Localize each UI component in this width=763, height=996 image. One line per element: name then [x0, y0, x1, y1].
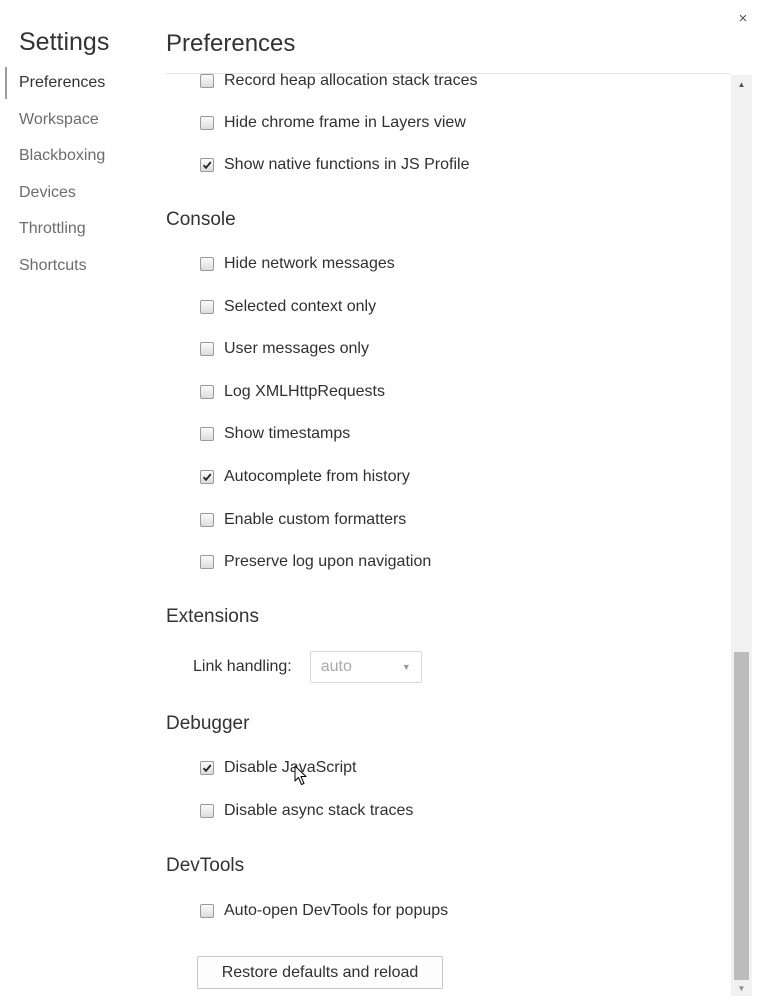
close-icon[interactable]: × — [735, 10, 751, 28]
checkbox-autocomplete-from-history[interactable]: Autocomplete from history — [198, 466, 410, 488]
scroll-up-arrow-icon[interactable]: ▲ — [731, 75, 752, 93]
checkbox-show-native-functions[interactable]: Show native functions in JS Profile — [198, 154, 469, 176]
settings-title: Settings — [19, 28, 110, 56]
checkbox-box[interactable] — [200, 804, 214, 818]
checkbox-box[interactable] — [200, 342, 214, 356]
checkmark-icon — [202, 473, 212, 482]
checkbox-label: Selected context only — [224, 298, 377, 315]
checkbox-box[interactable] — [200, 74, 214, 88]
checkbox-box[interactable] — [200, 761, 214, 775]
settings-dialog: × Settings Preferences Workspace Blackbo… — [0, 0, 763, 996]
link-handling-label: Link handling: — [193, 658, 292, 675]
checkmark-icon — [202, 161, 212, 170]
sidebar: Preferences Workspace Blackboxing Device… — [0, 66, 140, 285]
checkbox-label: Log XMLHttpRequests — [224, 383, 385, 400]
checkbox-label: Disable JavaScript — [224, 759, 357, 776]
link-handling-value: auto — [320, 658, 352, 675]
checkbox-label: Show native functions in JS Profile — [224, 156, 470, 173]
checkbox-enable-custom-formatters[interactable]: Enable custom formatters — [198, 509, 406, 531]
checkbox-hide-chrome-frame[interactable]: Hide chrome frame in Layers view — [198, 112, 466, 134]
checkbox-label: Hide network messages — [224, 255, 395, 272]
checkbox-record-heap-allocation-stack-traces[interactable]: Record heap allocation stack traces — [198, 70, 477, 92]
checkbox-show-timestamps[interactable]: Show timestamps — [198, 423, 350, 445]
checkbox-box[interactable] — [200, 158, 214, 172]
sidebar-item-preferences[interactable]: Preferences — [0, 66, 140, 103]
link-handling-field: Link handling: auto ▼ — [193, 650, 422, 684]
checkbox-preserve-log[interactable]: Preserve log upon navigation — [198, 551, 431, 573]
sidebar-item-shortcuts[interactable]: Shortcuts — [0, 249, 140, 286]
checkbox-box[interactable] — [200, 385, 214, 399]
checkbox-label: Show timestamps — [224, 425, 351, 442]
checkbox-box[interactable] — [200, 116, 214, 130]
checkbox-label: Enable custom formatters — [224, 511, 407, 528]
checkbox-box[interactable] — [200, 555, 214, 569]
sidebar-item-throttling[interactable]: Throttling — [0, 212, 140, 249]
checkbox-label: Record heap allocation stack traces — [224, 72, 478, 89]
section-title-extensions: Extensions — [166, 606, 259, 627]
checkbox-box[interactable] — [200, 300, 214, 314]
scrollbar[interactable]: ▲ ▼ — [731, 75, 752, 996]
checkbox-disable-javascript[interactable]: Disable JavaScript — [198, 757, 357, 779]
sidebar-item-blackboxing[interactable]: Blackboxing — [0, 139, 140, 176]
checkbox-box[interactable] — [200, 513, 214, 527]
scroll-thumb[interactable] — [734, 652, 749, 980]
checkbox-label: User messages only — [224, 340, 369, 357]
checkbox-box[interactable] — [200, 470, 214, 484]
checkbox-label: Auto-open DevTools for popups — [224, 902, 449, 919]
checkbox-disable-async-stack-traces[interactable]: Disable async stack traces — [198, 800, 413, 822]
checkbox-user-messages-only[interactable]: User messages only — [198, 338, 369, 360]
checkbox-label: Disable async stack traces — [224, 802, 414, 819]
checkbox-label: Autocomplete from history — [224, 468, 410, 485]
checkbox-selected-context-only[interactable]: Selected context only — [198, 296, 376, 318]
checkbox-label: Preserve log upon navigation — [224, 553, 432, 570]
scroll-down-arrow-icon[interactable]: ▼ — [731, 980, 752, 996]
checkbox-auto-open-devtools[interactable]: Auto-open DevTools for popups — [198, 900, 448, 922]
section-title-devtools: DevTools — [166, 855, 245, 876]
sidebar-item-workspace[interactable]: Workspace — [0, 103, 140, 140]
checkbox-box[interactable] — [200, 257, 214, 271]
chevron-down-icon: ▼ — [401, 662, 411, 672]
checkbox-box[interactable] — [200, 904, 214, 918]
page-title: Preferences — [166, 30, 296, 57]
checkbox-log-xmlhttprequests[interactable]: Log XMLHttpRequests — [198, 381, 385, 403]
section-title-debugger: Debugger — [166, 713, 250, 734]
link-handling-select[interactable]: auto ▼ — [309, 651, 422, 683]
checkmark-icon — [202, 764, 212, 773]
checkbox-box[interactable] — [200, 427, 214, 441]
sidebar-item-devices[interactable]: Devices — [0, 176, 140, 213]
checkbox-label: Hide chrome frame in Layers view — [224, 114, 466, 131]
restore-defaults-button[interactable]: Restore defaults and reload — [197, 956, 443, 989]
section-title-console: Console — [166, 209, 236, 230]
checkbox-hide-network-messages[interactable]: Hide network messages — [198, 253, 395, 275]
